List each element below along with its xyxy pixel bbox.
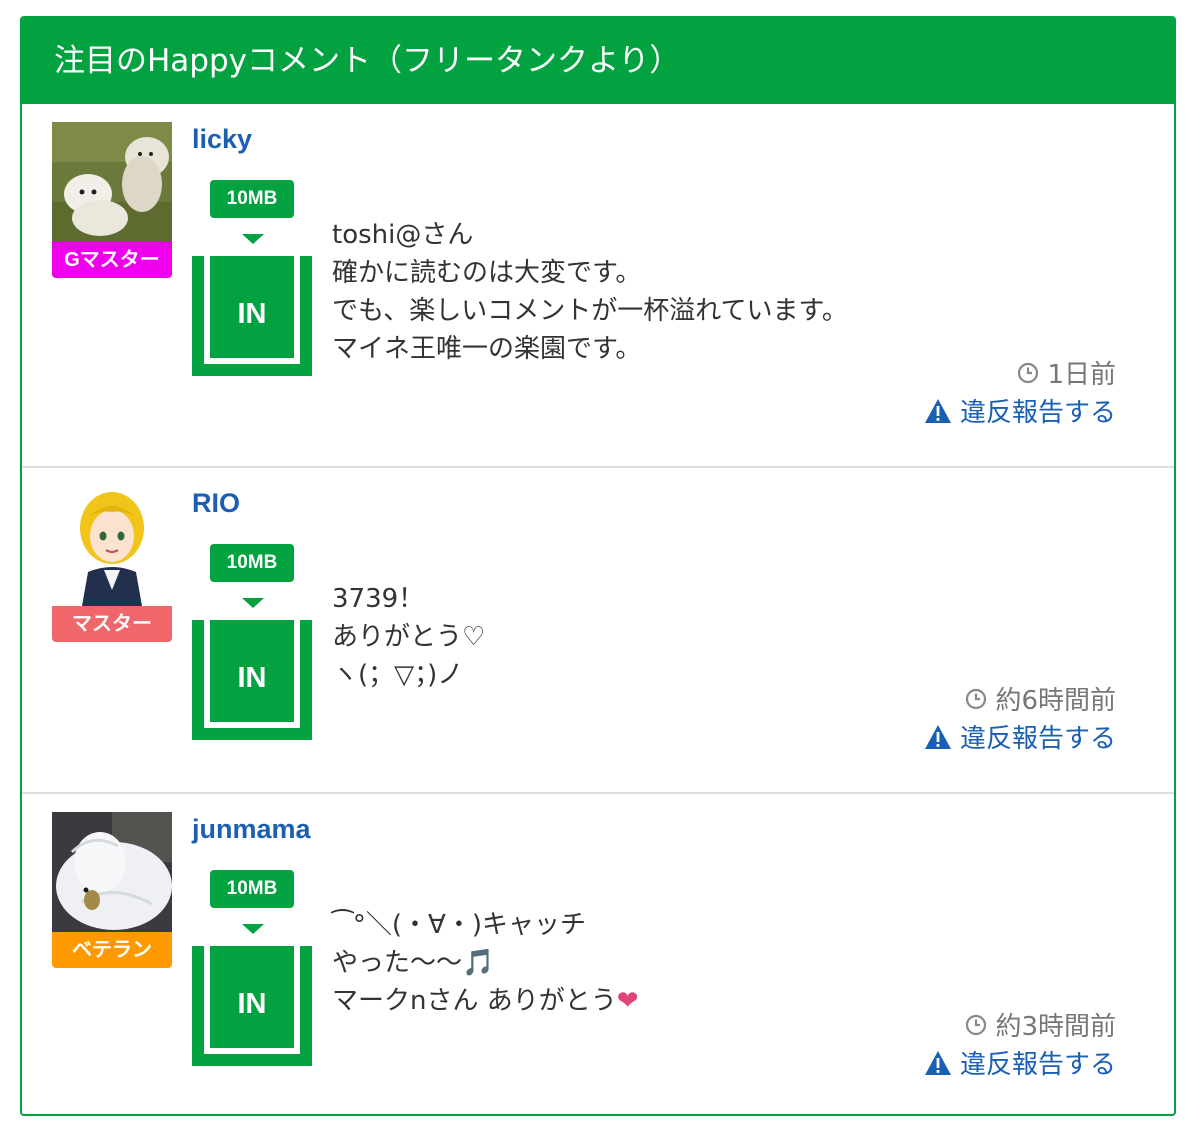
rank-badge: ベテラン [52, 932, 172, 968]
clock-icon [966, 1014, 987, 1035]
comment-line: 確かに読むのは大変です。 [332, 258, 642, 288]
in-button[interactable]: IN [192, 620, 312, 740]
username-link[interactable]: RIO [192, 488, 240, 519]
white-swan-photo [52, 812, 172, 932]
timestamp-text: 1日前 [1047, 360, 1116, 390]
arrow-down-icon [242, 598, 264, 608]
rank-badge: Gマスター [52, 242, 172, 278]
report-link-label: 違反報告する [959, 724, 1116, 754]
clock-icon [966, 688, 987, 709]
username-link[interactable]: licky [192, 124, 252, 155]
comment-text: toshi@さん 確かに読むのは大変です。 でも、楽しいコメントが一杯溢れていま… [332, 216, 1132, 368]
capacity-badge: 10MB [210, 544, 294, 582]
comment-line: マイネ王唯一の楽園です。 [332, 334, 642, 364]
report-link-label: 違反報告する [959, 1050, 1116, 1080]
in-button[interactable]: IN [192, 946, 312, 1066]
arrow-down-icon [242, 234, 264, 244]
comment-text: 3739！ ありがとう♡ ヽ(；▽；)ノ [332, 580, 1132, 694]
comment-line-text: マークnさん ありがとう [332, 986, 617, 1016]
comment-line: でも、楽しいコメントが一杯溢れています。 [332, 296, 848, 326]
happy-comments-panel: 注目のHappyコメント（フリータンクより） Gマスター licky 10MB … [20, 16, 1176, 1116]
clock-icon [1018, 362, 1039, 383]
rank-badge: マスター [52, 606, 172, 642]
in-button-label: IN [237, 662, 267, 694]
comment-line: toshi@さん [332, 220, 474, 250]
timestamp: 約3時間前 [965, 1006, 1116, 1043]
comment-line: ⁀°＼(・∀・)キャッチ [332, 910, 586, 940]
comment-text: ⁀°＼(・∀・)キャッチ やった〜〜🎵 マークnさん ありがとう❤ [332, 906, 1132, 1020]
comment-entry: マスター RIO 10MB IN 3739！ ありがとう♡ ヽ(；▽；)ノ 約6… [22, 468, 1174, 792]
report-link[interactable]: 違反報告する [924, 1044, 1116, 1081]
report-link[interactable]: 違反報告する [924, 392, 1116, 429]
comment-line: 3739！ [332, 584, 425, 614]
comment-line: ありがとう♡ [332, 622, 486, 652]
in-button-label: IN [237, 298, 267, 330]
report-link-label: 違反報告する [959, 398, 1116, 428]
timestamp: 約6時間前 [965, 680, 1116, 717]
in-button-label: IN [237, 988, 267, 1020]
comment-entry: ベテラン junmama 10MB IN ⁀°＼(・∀・)キャッチ やった〜〜🎵… [22, 794, 1174, 1114]
comment-line: やった〜〜🎵 [332, 948, 495, 978]
timestamp-text: 約3時間前 [995, 1012, 1116, 1042]
username-link[interactable]: junmama [192, 814, 311, 845]
report-link[interactable]: 違反報告する [924, 718, 1116, 755]
panel-title: 注目のHappyコメント（フリータンクより） [22, 18, 1174, 104]
capacity-badge: 10MB [210, 180, 294, 218]
in-button[interactable]: IN [192, 256, 312, 376]
warning-icon [924, 1050, 951, 1075]
avatar[interactable]: Gマスター [52, 122, 172, 278]
heart-icon: ❤ [616, 986, 639, 1016]
avatar[interactable]: ベテラン [52, 812, 172, 968]
timestamp-text: 約6時間前 [995, 686, 1116, 716]
two-white-dogs-photo [52, 122, 172, 242]
warning-icon [924, 724, 951, 749]
warning-icon [924, 398, 951, 423]
timestamp: 1日前 [1017, 354, 1116, 391]
avatar[interactable]: マスター [52, 486, 172, 642]
comment-entry: Gマスター licky 10MB IN toshi@さん 確かに読むのは大変です… [22, 104, 1174, 466]
arrow-down-icon [242, 924, 264, 934]
capacity-badge: 10MB [210, 870, 294, 908]
blonde-character-illustration [52, 486, 172, 606]
